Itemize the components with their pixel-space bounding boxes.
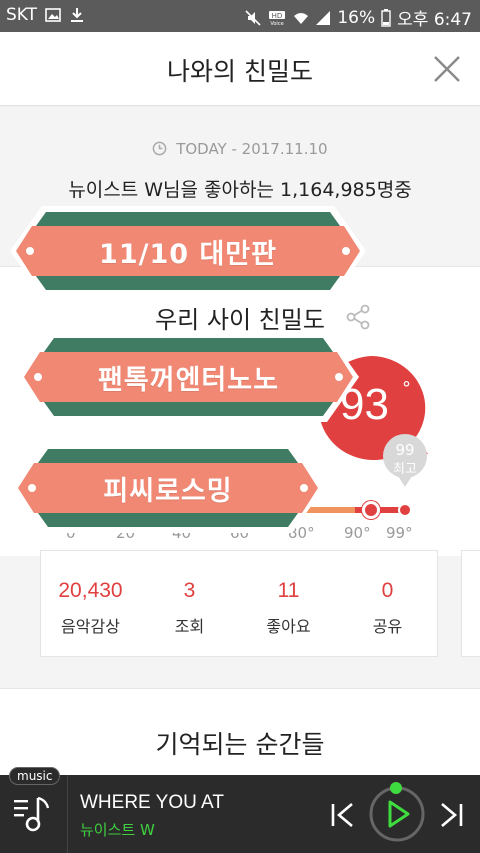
player-divider (67, 775, 68, 853)
ribbon-label: 피씨로스밍 (103, 475, 233, 507)
best-label: 최고 (393, 462, 417, 477)
next-icon[interactable] (438, 801, 464, 829)
best-value: 99 (395, 441, 415, 459)
status-bar: SKT HD Voice 16% 오후 6:47 (0, 0, 480, 32)
moments-title: 기억되는 순간들 (155, 730, 325, 759)
gauge-current-dot (362, 501, 380, 519)
stat-value: 20,430 (58, 579, 123, 602)
image-icon (45, 8, 61, 22)
gauge-best-dot (398, 503, 412, 517)
page-title: 나와의 친밀도 (167, 57, 313, 86)
stat-views: 3 조회 (140, 551, 239, 656)
stat-label: 공유 (372, 617, 403, 636)
stat-label: 조회 (174, 617, 205, 636)
app-header: 나와의 친밀도 (0, 32, 480, 106)
ribbon-label: 11/10 대만판 (99, 238, 277, 270)
share-icon[interactable] (344, 303, 372, 331)
stat-value: 3 (183, 579, 196, 602)
date-row: TODAY - 2017.11.10 (0, 140, 480, 158)
mute-icon (245, 9, 261, 26)
carrier-label: SKT (6, 5, 38, 25)
stat-label: 음악감상 (61, 617, 120, 636)
stat-likes: 11 좋아요 (239, 551, 338, 656)
download-icon (71, 8, 84, 22)
stat-listens: 20,430 음악감상 (41, 551, 140, 656)
svg-text:HD: HD (272, 12, 283, 20)
battery-percent: 16% (337, 7, 376, 28)
gauge-tick: 90° (344, 524, 371, 542)
fans-count-text: 뉴이스트 W님을 좋아하는 1,164,985명중 (68, 179, 412, 201)
stat-label: 좋아요 (266, 617, 311, 636)
song-artist[interactable]: 뉴이스트 W (80, 819, 155, 840)
moments-section: 기억되는 순간들 (0, 688, 480, 775)
signal-icon (316, 10, 331, 25)
battery-icon (381, 8, 391, 27)
stats-card: 20,430 음악감상 3 조회 11 좋아요 0 공유 (40, 550, 438, 657)
close-icon[interactable] (432, 54, 462, 84)
wifi-icon (294, 12, 309, 24)
ribbon-sticker: 팬톡꺼엔터노노 (16, 330, 361, 424)
ribbon-label: 팬톡꺼엔터노노 (98, 364, 279, 396)
clock-time: 오후 6:47 (397, 10, 472, 30)
next-card-peek[interactable] (461, 550, 480, 657)
previous-icon[interactable] (330, 801, 356, 829)
clock-icon (153, 141, 167, 156)
playlist-icon[interactable] (12, 792, 54, 836)
ribbon-sticker: 피씨로스밍 (10, 441, 326, 535)
stat-value: 0 (381, 579, 394, 602)
temperature-degree: ° (402, 378, 411, 399)
ribbon-sticker: 11/10 대만판 (8, 204, 368, 298)
svg-text:Voice: Voice (271, 21, 284, 26)
song-title[interactable]: WHERE YOU AT (80, 792, 224, 814)
gauge-tick: 99° (386, 524, 413, 542)
stat-shares: 0 공유 (338, 551, 437, 656)
music-badge: music (9, 767, 61, 785)
date-text: TODAY - 2017.11.10 (176, 140, 328, 158)
hd-voice-icon: HDVoice (269, 10, 286, 26)
progress-dot (390, 782, 402, 794)
stat-value: 11 (277, 579, 300, 602)
